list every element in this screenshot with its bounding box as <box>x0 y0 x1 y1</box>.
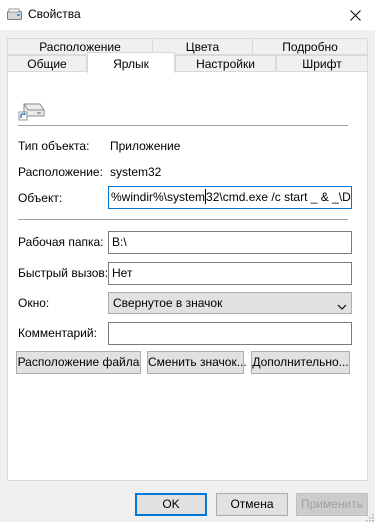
shortcut-key-input[interactable]: Нет <box>108 262 352 285</box>
target-type-value: Приложение <box>110 139 181 153</box>
separator <box>18 219 348 220</box>
tab-details[interactable]: Подробно <box>252 38 368 55</box>
target-label: Объект: <box>18 191 63 205</box>
start-in-input[interactable]: B:\ <box>108 231 352 254</box>
close-button[interactable] <box>335 0 375 30</box>
properties-icon <box>7 8 22 21</box>
chevron-down-icon <box>337 298 347 318</box>
tab-font[interactable]: Шрифт <box>276 55 368 72</box>
close-icon <box>349 9 361 21</box>
title-bar[interactable]: Свойства <box>0 0 375 30</box>
comment-label: Комментарий: <box>18 326 97 340</box>
tab-general[interactable]: Общие <box>7 55 87 72</box>
run-select-value: Свернутое в значок <box>113 296 223 310</box>
target-text-after-caret: 32\cmd.exe /c start _ & _\Device <box>206 190 351 204</box>
advanced-button[interactable]: Дополнительно... <box>251 351 350 374</box>
cancel-button[interactable]: Отмена <box>216 493 288 516</box>
target-input[interactable]: %windir%\system32\cmd.exe /c start _ & _… <box>108 186 352 209</box>
properties-dialog: Свойства Расположение Цвета Подробно Общ… <box>0 0 375 522</box>
run-label: Окно: <box>18 296 50 310</box>
run-select[interactable]: Свернутое в значок <box>108 292 352 314</box>
resize-grip-icon[interactable] <box>364 511 374 522</box>
tab-options[interactable]: Настройки <box>175 55 276 72</box>
target-location-label: Расположение: <box>18 165 103 179</box>
shortcut-key-label: Быстрый вызов: <box>18 266 109 280</box>
comment-input[interactable] <box>108 322 352 345</box>
tab-shortcut[interactable]: Ярлык <box>87 52 175 73</box>
window-title: Свойства <box>28 7 81 21</box>
start-in-label: Рабочая папка: <box>18 235 104 249</box>
open-file-location-button[interactable]: Расположение файла <box>16 351 141 374</box>
shortcut-file-icon <box>18 101 46 121</box>
target-type-label: Тип объекта: <box>18 139 90 153</box>
target-location-value: system32 <box>110 165 162 179</box>
apply-button[interactable]: Применить <box>296 493 368 516</box>
ok-button[interactable]: OK <box>135 493 207 516</box>
target-text-before-caret: %windir%\system <box>111 190 206 204</box>
separator <box>18 125 348 126</box>
change-icon-button[interactable]: Сменить значок... <box>147 351 247 374</box>
